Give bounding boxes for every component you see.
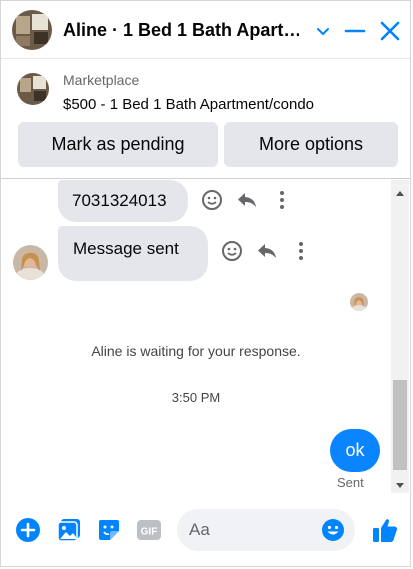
message-bubble-outgoing[interactable]: ok — [330, 429, 380, 472]
listing-avatar[interactable] — [12, 10, 52, 50]
chat-header[interactable]: Aline · 1 Bed 1 Bath Apart… — [1, 1, 410, 59]
reply-icon[interactable] — [255, 239, 279, 263]
scroll-up-arrow[interactable] — [395, 186, 405, 196]
image-icon[interactable] — [56, 517, 82, 543]
sent-status: Sent — [337, 475, 364, 490]
message-text: ok — [345, 440, 365, 460]
divider — [1, 178, 410, 179]
seen-avatar — [350, 293, 368, 311]
smiley-icon[interactable] — [200, 188, 224, 212]
more-vertical-icon[interactable] — [289, 239, 313, 263]
smiley-icon[interactable] — [220, 239, 244, 263]
chat-title[interactable]: Aline · 1 Bed 1 Bath Apart… — [63, 20, 299, 41]
gif-icon[interactable]: GIF — [136, 517, 162, 543]
reply-icon[interactable] — [235, 188, 259, 212]
svg-text:GIF: GIF — [141, 527, 158, 538]
more-vertical-icon[interactable] — [270, 188, 294, 212]
message-bubble-phone[interactable]: 7031324013 — [58, 180, 188, 222]
scrollbar-thumb[interactable] — [393, 380, 407, 470]
sticker-icon[interactable] — [96, 517, 122, 543]
message-text: Message sent — [73, 239, 179, 258]
waiting-status: Aline is waiting for your response. — [91, 343, 301, 359]
plus-circle-icon[interactable] — [15, 517, 41, 543]
emoji-icon[interactable] — [321, 518, 345, 542]
scroll-down-arrow[interactable] — [395, 477, 405, 488]
thumbs-up-icon[interactable] — [371, 516, 399, 544]
message-text: 7031324013 — [72, 191, 167, 210]
minimize-icon[interactable] — [341, 17, 369, 45]
more-options-button[interactable]: More options — [224, 122, 398, 167]
sender-avatar[interactable] — [13, 245, 48, 280]
chevron-down-icon[interactable] — [309, 17, 337, 45]
listing-title[interactable]: $500 - 1 Bed 1 Bath Apartment/condo — [63, 96, 314, 113]
marketplace-thumbnail[interactable] — [17, 73, 49, 105]
marketplace-label: Marketplace — [63, 72, 140, 88]
chat-window: Aline · 1 Bed 1 Bath Apart… Marketplace … — [0, 0, 411, 567]
message-timestamp: 3:50 PM — [171, 390, 221, 405]
close-icon[interactable] — [376, 17, 404, 45]
mark-as-pending-button[interactable]: Mark as pending — [18, 122, 218, 167]
message-bubble-sent[interactable]: Message sent — [58, 226, 208, 281]
